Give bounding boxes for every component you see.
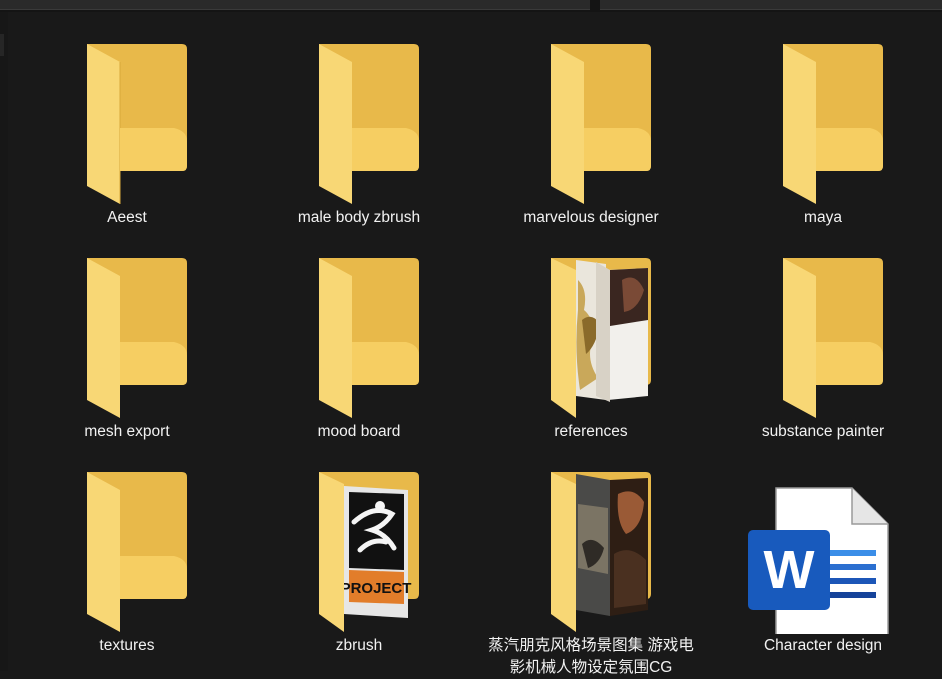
zbrush-badge-text: PROJECT — [341, 580, 412, 597]
folder-item-textures[interactable]: textures — [11, 438, 243, 654]
folder-item-zbrush[interactable]: PROJECT zbrush — [243, 438, 475, 654]
folder-item-mood-board[interactable]: mood board — [243, 224, 475, 440]
folder-item-references[interactable]: references — [475, 224, 707, 440]
folder-item-substance-painter[interactable]: substance painter — [707, 224, 939, 440]
folder-icon — [758, 36, 888, 206]
item-label: Character design — [763, 637, 883, 654]
image-folder-icon — [526, 250, 656, 420]
folder-icon — [758, 250, 888, 420]
file-item-character-design[interactable]: W Character design — [707, 438, 939, 654]
word-document-icon: W — [748, 464, 889, 634]
file-grid: Aeest male body zbrush marvelous designe… — [0, 0, 942, 676]
zbrush-project-icon: PROJECT — [294, 464, 424, 634]
item-label: 蒸汽朋克风格场景图集 游戏电影机械人物设定氛围CG — [488, 637, 694, 676]
folder-item-marvelous-designer[interactable]: marvelous designer — [475, 10, 707, 226]
word-badge-letter: W — [764, 540, 815, 600]
folder-icon — [294, 250, 424, 420]
folder-icon — [294, 36, 424, 206]
folder-item-aeest[interactable]: Aeest — [11, 10, 243, 226]
folder-item-male-body-zbrush[interactable]: male body zbrush — [243, 10, 475, 226]
item-label: textures — [99, 637, 155, 654]
image-folder-icon — [526, 464, 656, 634]
folder-icon — [62, 250, 192, 420]
folder-icon — [62, 36, 192, 206]
folder-icon — [526, 36, 656, 206]
folder-item-mesh-export[interactable]: mesh export — [11, 224, 243, 440]
folder-icon — [62, 464, 192, 634]
folder-item-maya[interactable]: maya — [707, 10, 939, 226]
item-label: zbrush — [335, 637, 383, 654]
folder-item-steampunk-cg[interactable]: 蒸汽朋克风格场景图集 游戏电影机械人物设定氛围CG — [475, 438, 707, 676]
